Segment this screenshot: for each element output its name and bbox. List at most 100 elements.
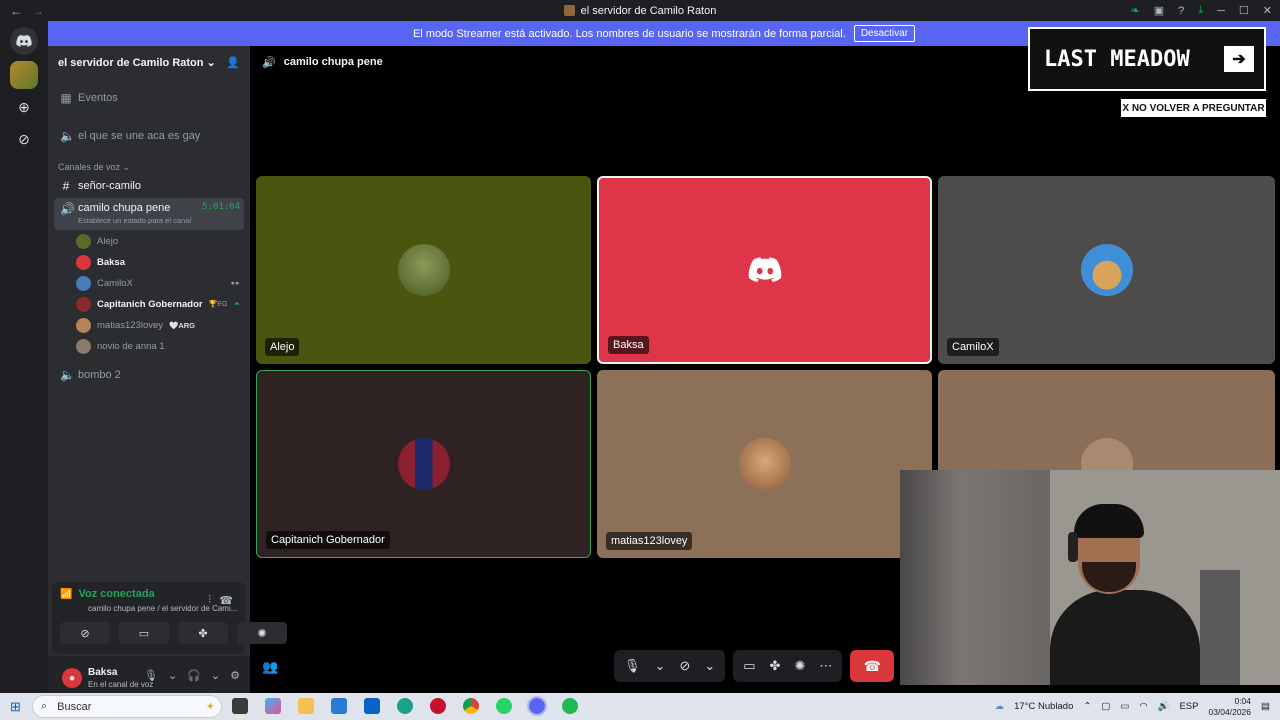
voice-member[interactable]: CamiloX 👓	[76, 274, 244, 292]
more-options-icon[interactable]: ⋯	[819, 658, 832, 674]
search-icon: ⌕	[41, 700, 48, 712]
discord-taskbar-icon[interactable]	[527, 696, 547, 716]
windows-start-icon[interactable]: ⊞	[10, 699, 21, 715]
clock[interactable]: 0:04 03/04/2026	[1208, 696, 1251, 718]
voice-member[interactable]: novio de anna 1	[76, 337, 244, 355]
back-arrow-icon[interactable]: ←	[10, 4, 22, 18]
hang-up-button[interactable]: ☎	[850, 650, 895, 682]
wifi-icon[interactable]: ◠	[1139, 701, 1147, 712]
forward-arrow-icon[interactable]: →	[32, 4, 44, 18]
invite-icon[interactable]: 👤	[226, 56, 240, 69]
server-header[interactable]: el servidor de Camilo Raton ⌄ 👤	[48, 46, 250, 78]
channel-status-hint[interactable]: Establece un estado para el canal	[78, 216, 240, 225]
video-tile[interactable]: matias123lovey	[597, 370, 932, 558]
settings-gear-icon[interactable]: ⚙	[230, 669, 240, 682]
tile-name: matias123lovey	[606, 532, 693, 550]
noise-suppression-icon[interactable]: ⫶	[208, 594, 211, 607]
voice-connected-panel: 📶 Voz conectada camilo chupa pene / el se…	[52, 582, 287, 654]
voice-member[interactable]: matias123lovey 🤍ARG	[76, 316, 244, 334]
avatar	[738, 438, 791, 490]
inbox-icon[interactable]: ▣	[1154, 4, 1164, 17]
screen-share-button[interactable]: ▭	[119, 622, 169, 644]
tray-apps-icon[interactable]: ▢	[1101, 701, 1110, 712]
invite-to-voice-icon[interactable]: 👥	[262, 659, 278, 675]
speaker-icon: 🔈	[60, 129, 75, 143]
microphone-icon[interactable]: 🎙	[144, 669, 158, 682]
activities-button[interactable]: ✤	[178, 622, 228, 644]
member-name: Alejo	[97, 235, 119, 247]
camera-off-icon[interactable]: ⊘	[679, 658, 690, 674]
server-avatar[interactable]	[10, 61, 38, 89]
phone-hangup-icon: ☎	[863, 657, 882, 674]
chevron-up-icon[interactable]: ⌃	[1083, 701, 1091, 712]
voice-member[interactable]: Alejo	[76, 232, 244, 250]
discord-home-icon[interactable]	[10, 27, 38, 55]
nitro-icon[interactable]: ❧	[1130, 4, 1139, 17]
minimize-icon[interactable]: ─	[1217, 5, 1225, 17]
disconnect-icon[interactable]: ☎	[219, 594, 233, 607]
microphone-icon[interactable]: 🎙	[624, 658, 641, 674]
voice-member[interactable]: Baksa	[76, 253, 244, 271]
spotify-icon[interactable]	[562, 698, 578, 714]
taskbar-search[interactable]: ⌕ Buscar ✦	[32, 695, 222, 718]
store-icon[interactable]	[331, 698, 347, 714]
voice-channel-item[interactable]: 🔈 bombo 2	[54, 365, 244, 385]
camera-off-button[interactable]: ⊘	[60, 622, 110, 644]
volume-icon[interactable]: 🔊	[1158, 701, 1170, 712]
events-item[interactable]: ▦ Eventos	[54, 88, 244, 108]
maximize-icon[interactable]: ☐	[1239, 4, 1249, 17]
discover-icon[interactable]: ⊘	[10, 125, 38, 153]
active-voice-channel[interactable]: 🔊 camilo chupa pene 5:01:04 Establece un…	[54, 198, 244, 230]
add-server-icon[interactable]: ⊕	[10, 93, 38, 121]
dont-ask-again-button[interactable]: X NO VOLVER A PREGUNTAR	[1121, 99, 1266, 117]
video-tile[interactable]: Capitanich Gobernador	[256, 370, 591, 558]
video-tile[interactable]: Alejo	[256, 176, 591, 364]
soundboard-button[interactable]: ✺	[237, 622, 287, 644]
stream-icon: ⏶	[233, 299, 240, 308]
chevron-down-icon[interactable]: ⌄	[168, 669, 177, 682]
soundboard-icon[interactable]: ✺	[794, 658, 805, 674]
tile-name: Capitanich Gobernador	[266, 531, 390, 549]
weather-text[interactable]: 17°C Nublado	[1014, 701, 1073, 712]
window-title: el servidor de Camilo Raton	[580, 4, 717, 17]
screen-share-icon[interactable]: ▭	[743, 658, 755, 674]
deactivate-streamer-button[interactable]: Desactivar	[853, 25, 916, 42]
language-label[interactable]: ESP	[1179, 701, 1198, 712]
calendar-icon: ▦	[60, 91, 72, 105]
task-view-icon[interactable]	[232, 698, 248, 714]
chevron-down-icon[interactable]: ⌄	[211, 669, 220, 682]
file-explorer-icon[interactable]	[298, 698, 314, 714]
avatar	[76, 275, 91, 291]
video-tile[interactable]: Baksa	[597, 176, 932, 364]
chevron-down-icon[interactable]: ⌄	[704, 658, 715, 674]
last-meadow-banner[interactable]: LAST MEADOW ➔	[1028, 27, 1266, 91]
close-icon[interactable]: ✕	[1263, 4, 1272, 17]
chrome-icon[interactable]	[463, 698, 479, 714]
download-icon[interactable]: ⤓	[1198, 4, 1203, 17]
activities-icon[interactable]: ✤	[770, 658, 781, 674]
help-icon[interactable]: ?	[1178, 5, 1184, 17]
headphones-icon[interactable]: 🎧	[187, 669, 201, 682]
member-name: novio de anna 1	[97, 340, 165, 352]
battery-icon[interactable]: ▭	[1120, 701, 1129, 712]
notification-icon[interactable]: ▤	[1261, 701, 1270, 712]
events-label: Eventos	[78, 92, 118, 104]
copilot-icon[interactable]	[265, 698, 281, 714]
voice-channel-item[interactable]: 🔈 el que se une aca es gay	[54, 126, 244, 146]
text-channel-item[interactable]: # señor-camilo	[54, 176, 244, 196]
mute-options-icon[interactable]: ⌄	[655, 658, 666, 674]
tile-name: Baksa	[608, 336, 649, 354]
edge-icon[interactable]	[397, 698, 413, 714]
windows-taskbar: ⊞ ⌕ Buscar ✦ ☁ 17°C Nublado ⌃ ▢ ▭ ◠ 🔊 ES…	[0, 693, 1280, 720]
member-name: CamiloX	[97, 277, 133, 289]
app-icon[interactable]	[430, 698, 446, 714]
avatar[interactable]: ●	[62, 668, 82, 688]
voice-member[interactable]: Capitanich Gobernador 🏆EG ⏶	[76, 295, 244, 313]
activity-control-group: ▭ ✤ ✺ ⋯	[733, 650, 843, 682]
outlook-icon[interactable]	[364, 698, 380, 714]
voice-connected-subtitle[interactable]: camilo chupa pene / el servidor de Cami.…	[88, 604, 237, 613]
title-bar: ← → el servidor de Camilo Raton ❧ ▣ ? ⤓ …	[0, 0, 1280, 21]
category-voice[interactable]: Canales de voz ⌄	[58, 162, 130, 173]
whatsapp-icon[interactable]	[496, 698, 512, 714]
video-tile[interactable]: CamiloX	[938, 176, 1275, 364]
